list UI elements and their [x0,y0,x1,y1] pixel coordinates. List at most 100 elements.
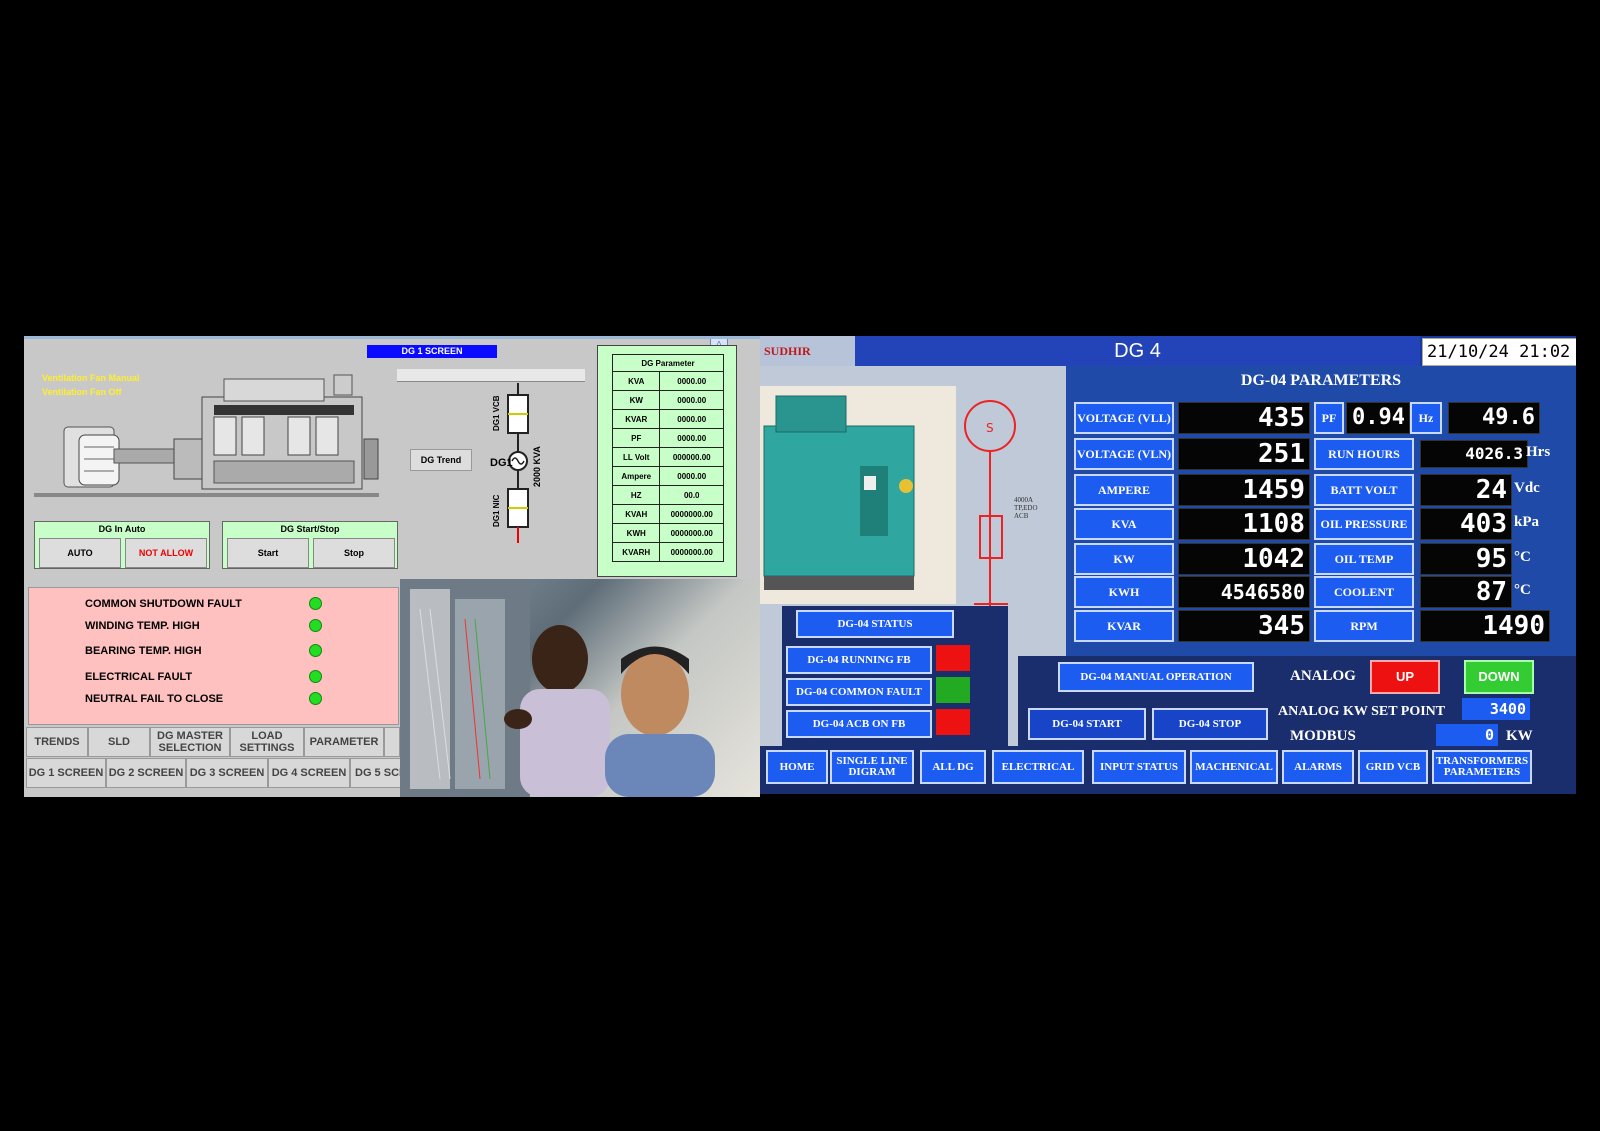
engine-label: OIL PRESSURE [1314,508,1414,540]
param-name: HZ [611,485,661,505]
table-row: KWH 0000000.00 [611,523,724,543]
meter-value: 1108 [1178,508,1310,540]
pf-value: 0.94 [1346,402,1410,434]
tab-dg5-screen[interactable]: DG 5 SCR [350,758,404,788]
param-value: 0000.00 [659,409,724,429]
table-row: KVARH 0000000.00 [611,542,724,562]
param-name: LL Volt [611,447,661,467]
nav-electrical[interactable]: ELECTRICAL [992,750,1084,784]
tab-dg-master-selection[interactable]: DG MASTER SELECTION [150,727,230,757]
engine-value: 403 [1420,508,1512,540]
tab-load-settings[interactable]: LOAD SETTINGS [230,727,304,757]
rating-label: 2000 KVA [532,446,542,487]
dg-startstop-box: DG Start/Stop Start Stop [222,521,398,569]
nav-all-dg[interactable]: ALL DG [920,750,986,784]
nav-home[interactable]: HOME [766,750,828,784]
table-row: KVA 0000.00 [611,371,724,391]
meter-value: 251 [1178,438,1310,470]
table-row: HZ 00.0 [611,485,724,505]
param-name: KWH [611,523,661,543]
table-row: Ampere 0000.00 [611,466,724,486]
fault-label: COMMON SHUTDOWN FAULT [85,598,242,610]
nav-input-status[interactable]: INPUT STATUS [1092,750,1186,784]
status-label: DG-04 ACB ON FB [786,710,932,738]
dg-startstop-header: DG Start/Stop [280,524,340,534]
dg-mode-box: DG In Auto AUTO NOT ALLOW [34,521,210,569]
technicians-photo [400,579,760,797]
fault-indicator-led [309,597,322,610]
tab-parameter[interactable]: PARAMETER [304,727,384,757]
dg04-parameters-title: DG-04 PARAMETERS [1240,372,1402,389]
meter-label: KVA [1074,508,1174,540]
param-name: KVA [611,371,661,391]
fault-indicator-led [309,692,322,705]
dg04-status-title: DG-04 STATUS [796,610,954,638]
fault-status-panel: COMMON SHUTDOWN FAULT WINDING TEMP. HIGH… [28,587,399,725]
fault-label: WINDING TEMP. HIGH [85,620,200,632]
meter-value: 435 [1178,402,1310,434]
stop-button[interactable]: Stop [313,538,395,568]
table-row: PF 0000.00 [611,428,724,448]
meter-value: 4546580 [1178,576,1310,608]
dg-trend-button[interactable]: DG Trend [410,449,472,471]
engine-value: 87 [1420,576,1512,608]
param-value: 0000000.00 [659,523,724,543]
status-label: DG-04 RUNNING FB [786,646,932,674]
tab-dg1-screen[interactable]: DG 1 SCREEN [26,758,106,788]
engine-unit: kPa [1514,514,1540,530]
datetime-display: 21/10/24 21:02 [1422,338,1576,366]
hz-value: 49.6 [1448,402,1540,434]
tab-dg3-screen[interactable]: DG 3 SCREEN [186,758,268,788]
setpoint-input[interactable]: 3400 [1462,698,1530,720]
sudhir-logo: SUDHIR [760,336,859,366]
start-button[interactable]: Start [227,538,309,568]
down-button[interactable]: DOWN [1464,660,1534,694]
pf-label: PF [1314,402,1344,434]
engine-label: COOLENT TEMP [1314,576,1414,627]
tab-trends[interactable]: TRENDS [26,727,88,757]
dg1-vcb-label: DG1 VCB [492,395,501,431]
nav-mechanical[interactable]: MACHENICAL [1190,750,1278,784]
auto-button[interactable]: AUTO [39,538,121,568]
nav-transformers-parameters[interactable]: TRANSFORMERS PARAMETERS [1432,750,1532,784]
engine-value: 24 [1420,474,1512,506]
param-name: KW [611,390,661,410]
meter-label: VOLTAGE (VLL) [1074,402,1174,434]
fault-label: ELECTRICAL FAULT [85,671,193,683]
tab-dg4-screen[interactable]: DG 4 SCREEN [268,758,350,788]
tab-overflow[interactable] [384,727,400,757]
screen-title: DG 1 SCREEN [367,345,497,358]
tab-sld[interactable]: SLD [88,727,150,757]
dg1-generator-label: DG1 [490,457,513,469]
up-button[interactable]: UP [1370,660,1440,694]
dg04-stop-button[interactable]: DG-04 STOP [1152,708,1268,740]
fault-indicator-led [309,619,322,632]
analog-label: ANALOG [1290,668,1356,684]
engine-unit: Hrs [1526,444,1551,460]
engine-label: RUN HOURS [1314,438,1414,470]
nav-grid-vcb[interactable]: GRID VCB [1358,750,1428,784]
dg-mode-header: DG In Auto [98,524,146,534]
table-row: KVAR 0000.00 [611,409,724,429]
modbus-label: MODBUS [1290,728,1356,744]
engine-unit: °C [1514,549,1531,565]
tab-dg2-screen[interactable]: DG 2 SCREEN [106,758,186,788]
engine-label: OIL TEMP [1314,543,1414,575]
fault-label: NEUTRAL FAIL TO CLOSE [85,693,224,705]
status-indicator [936,677,970,703]
not-allow-button[interactable]: NOT ALLOW [125,538,207,568]
hz-label: Hz [1410,402,1442,434]
table-row: LL Volt 000000.00 [611,447,724,467]
dg04-status-panel: DG-04 STATUS DG-04 RUNNING FB DG-04 COMM… [782,606,1008,756]
engine-unit: Vdc [1514,480,1540,496]
photo-illustration [400,579,715,797]
nav-single-line-diagram[interactable]: SINGLE LINE DIGRAM [830,750,914,784]
generator-illustration: S [760,386,1016,606]
modbus-value: 0 [1436,724,1498,746]
nav-alarms[interactable]: ALARMS [1282,750,1354,784]
dg04-start-button[interactable]: DG-04 START [1028,708,1146,740]
manual-operation-title: DG-04 MANUAL OPERATION [1058,662,1254,692]
generator-engine-illustration [34,374,379,497]
status-indicator [936,645,970,671]
meter-label: VOLTAGE (VLN) [1074,438,1174,470]
